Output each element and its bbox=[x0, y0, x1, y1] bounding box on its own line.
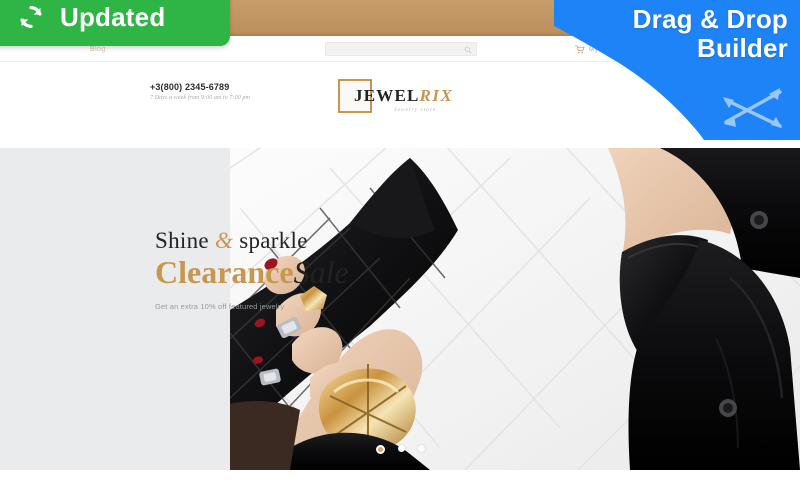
hero-eyebrow-a: Shine bbox=[155, 228, 215, 253]
updated-badge: Updated bbox=[0, 0, 230, 46]
logo-wordmark: JEWELRIX bbox=[354, 86, 453, 106]
ribbon-line-1: Drag & Drop bbox=[632, 4, 788, 34]
carousel-dots bbox=[0, 445, 800, 454]
site-logo[interactable]: JEWELRIX Jewelry store bbox=[336, 77, 466, 122]
updated-label: Updated bbox=[60, 1, 166, 32]
phone-number[interactable]: +3(800) 2345-6789 bbox=[150, 82, 250, 92]
content-below-hero bbox=[0, 470, 800, 500]
drag-drop-builder-ribbon: Drag & Drop Builder bbox=[554, 0, 800, 140]
hero-copy: Shine & sparkle ClearanceSale Get an ext… bbox=[155, 228, 405, 311]
logo-tagline: Jewelry store bbox=[394, 107, 437, 113]
hero-subtitle: Get an extra 10% off featured jewelry bbox=[155, 301, 285, 311]
four-way-arrow-icon bbox=[723, 88, 782, 128]
hero-title-gold: Clearance bbox=[155, 254, 294, 290]
carousel-dot-2[interactable] bbox=[397, 445, 405, 452]
hero-eyebrow-amp: & bbox=[214, 228, 234, 253]
business-hours: 7 Days a week from 9:00 am to 7:00 pm bbox=[150, 95, 250, 101]
search-box[interactable] bbox=[325, 42, 477, 56]
hero-title-dark: Sale bbox=[293, 254, 349, 290]
logo-word-gold: RIX bbox=[419, 86, 454, 105]
ribbon-line-2: Builder bbox=[697, 33, 788, 64]
search-icon[interactable] bbox=[464, 46, 472, 54]
hero-slider: Shine & sparkle ClearanceSale Get an ext… bbox=[0, 148, 800, 470]
hero-title: ClearanceSale bbox=[155, 255, 405, 290]
ribbon-text: Drag & Drop Builder bbox=[562, 4, 788, 64]
carousel-dot-3[interactable] bbox=[417, 445, 425, 452]
hero-eyebrow-b: sparkle bbox=[233, 228, 308, 253]
contact-block: +3(800) 2345-6789 7 Days a week from 9:0… bbox=[150, 82, 250, 101]
search-input[interactable] bbox=[331, 43, 461, 55]
hero-eyebrow: Shine & sparkle bbox=[155, 228, 405, 254]
topbar-link-blog[interactable]: Blog bbox=[90, 46, 106, 53]
refresh-icon bbox=[20, 6, 42, 28]
page-root: Blog My Cart (0) +3(800) 2345-6789 7 Day… bbox=[0, 0, 800, 500]
carousel-dot-1[interactable] bbox=[375, 445, 385, 454]
logo-word-dark: JEWEL bbox=[354, 86, 420, 105]
